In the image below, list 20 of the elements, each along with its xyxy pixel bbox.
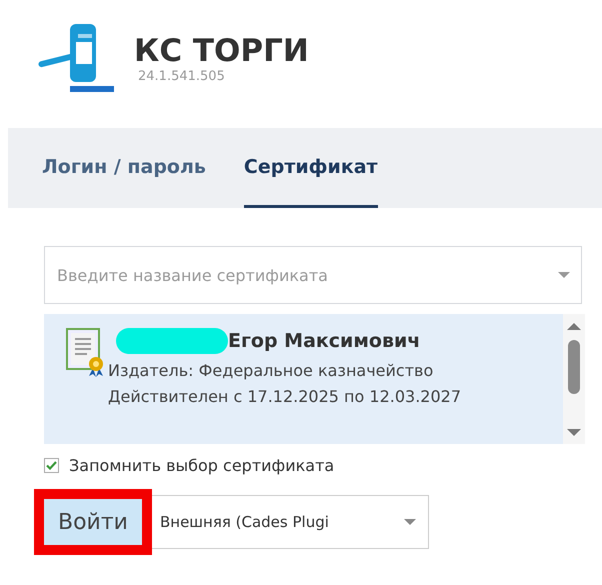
certificate-item[interactable]: Егор Максимович Издатель: Федеральное казначейство Действителен с 17.12.2025 по 12.03.2027 [44,314,563,444]
certificate-icon [66,328,106,378]
certificate-issuer: Издатель: Федеральное казначейство [108,361,434,380]
certificate-owner: Егор Максимович [228,330,420,352]
remember-label: Запомнить выбор сертификата [69,456,334,475]
caret-icon [404,519,416,525]
version-label: 24.1.541.505 [138,68,226,84]
caret-icon [558,272,570,278]
tab[interactable]: Логин / пароль [42,128,206,208]
scroll-down-icon[interactable] [567,429,581,436]
scrollbar[interactable] [563,314,585,444]
app-title: КС ТОРГИ [134,32,309,68]
tab[interactable]: Сертификат [244,128,378,208]
remember-checkbox[interactable] [44,458,59,473]
certificate-validity: Действителен с 17.12.2025 по 12.03.2027 [108,387,461,406]
scroll-thumb[interactable] [568,340,580,394]
certificate-search-field[interactable]: Введите название сертификата [44,246,582,304]
signature-mode-dropdown[interactable]: Внешняя (Cades Plugi [152,495,429,549]
scroll-up-icon[interactable] [567,323,581,330]
login-button[interactable]: Войти [44,499,142,545]
